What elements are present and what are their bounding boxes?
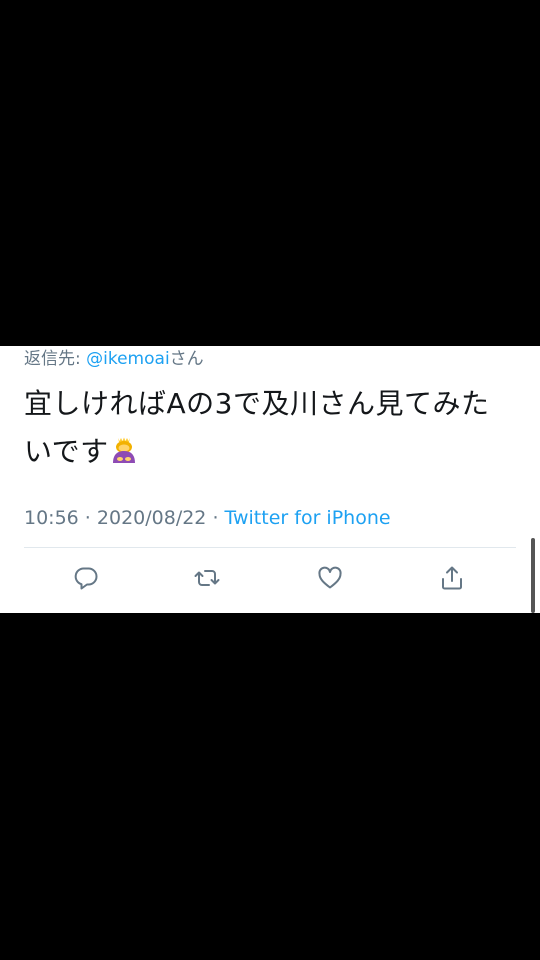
tweet-date: 2020/08/22: [96, 507, 207, 529]
tweet-card: 返信先: @ikemoaiさん 宜しければAの3で及川さん見てみた いです 10…: [0, 346, 540, 613]
divider: [24, 547, 516, 548]
reply-to-line: 返信先: @ikemoaiさん: [24, 346, 204, 372]
like-button[interactable]: [314, 564, 346, 596]
reply-prefix: 返信先:: [24, 349, 87, 369]
retweet-icon: [193, 564, 221, 596]
tweet-text-line1: 宜しければAの3で及川さん見てみた: [24, 387, 490, 420]
share-button[interactable]: [436, 564, 468, 596]
meta-separator: ·: [78, 507, 97, 529]
bowing-woman-emoji-icon: [109, 432, 139, 463]
like-icon: [316, 564, 344, 596]
tweet-text: 宜しければAの3で及川さん見てみた いです: [24, 380, 520, 476]
tweet-meta: 10:56 · 2020/08/22 · Twitter for iPhone: [24, 504, 391, 532]
scrollbar[interactable]: [531, 538, 535, 613]
reply-button[interactable]: [70, 564, 102, 596]
tweet-text-line2: いです: [24, 435, 109, 468]
share-icon: [438, 564, 466, 596]
tweet-time: 10:56: [24, 507, 79, 529]
reply-suffix: さん: [169, 349, 204, 369]
meta-separator: ·: [206, 507, 225, 529]
tweet-source-link[interactable]: Twitter for iPhone: [225, 507, 391, 529]
reply-icon: [72, 564, 100, 596]
retweet-button[interactable]: [191, 564, 223, 596]
reply-handle-link[interactable]: @ikemoai: [86, 349, 170, 369]
tweet-actions: [0, 564, 540, 596]
